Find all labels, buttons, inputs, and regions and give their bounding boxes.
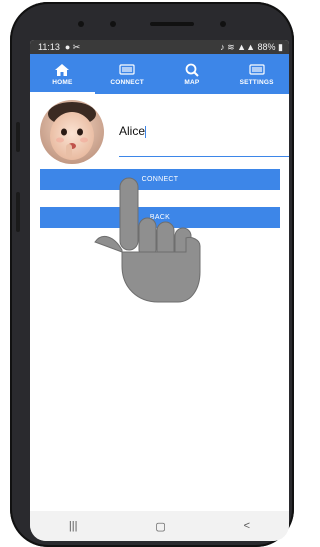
connect-icon	[119, 63, 135, 75]
tab-connect-label: CONNECT	[110, 78, 144, 86]
status-time-text: 11:13	[38, 42, 60, 52]
system-nav-bar: ||| ▢ <	[30, 511, 289, 541]
iris-sensor	[220, 21, 226, 27]
active-tab-indicator	[30, 92, 95, 94]
earpiece	[150, 22, 194, 26]
name-field[interactable]: Alice	[119, 120, 289, 157]
tab-connect[interactable]: CONNECT	[95, 54, 160, 94]
tab-map[interactable]: MAP	[160, 54, 225, 94]
tab-map-label: MAP	[184, 78, 200, 86]
home-icon	[55, 63, 70, 76]
battery-percent: 88%	[257, 42, 276, 52]
notification-icon: ● ✂	[62, 42, 81, 52]
battery-icon: ▮	[278, 42, 283, 52]
front-camera	[78, 21, 84, 27]
proximity-sensor	[110, 21, 116, 27]
volume-button	[16, 122, 20, 152]
hand-pointer-icon	[94, 177, 201, 303]
search-icon	[185, 63, 199, 77]
text-caret	[145, 125, 147, 138]
power-button	[16, 192, 20, 232]
status-bar: 11:13 ● ✂ ♪ ≋ ▲▲ 88% ▮	[30, 40, 289, 54]
name-field-value: Alice	[119, 124, 147, 138]
status-time: 11:13 ● ✂	[38, 40, 80, 54]
home-button[interactable]: ▢	[155, 520, 165, 533]
settings-icon	[249, 63, 265, 75]
baby-photo	[40, 100, 104, 164]
app-tab-bar: HOME CONNECT MAP SETTINGS	[30, 54, 289, 94]
wifi-icon: ≋	[227, 42, 235, 52]
status-icons: ♪ ≋ ▲▲ 88% ▮	[220, 40, 283, 54]
tab-home[interactable]: HOME	[30, 54, 95, 94]
tab-home-label: HOME	[52, 78, 73, 86]
tab-settings[interactable]: SETTINGS	[224, 54, 289, 94]
avatar[interactable]	[40, 100, 104, 164]
tab-settings-label: SETTINGS	[239, 78, 274, 86]
back-nav-button[interactable]: <	[244, 520, 250, 532]
name-value-text: Alice	[119, 124, 146, 138]
mute-icon: ♪	[220, 42, 225, 52]
signal-icon: ▲▲	[237, 42, 255, 52]
recents-button[interactable]: |||	[69, 520, 78, 532]
